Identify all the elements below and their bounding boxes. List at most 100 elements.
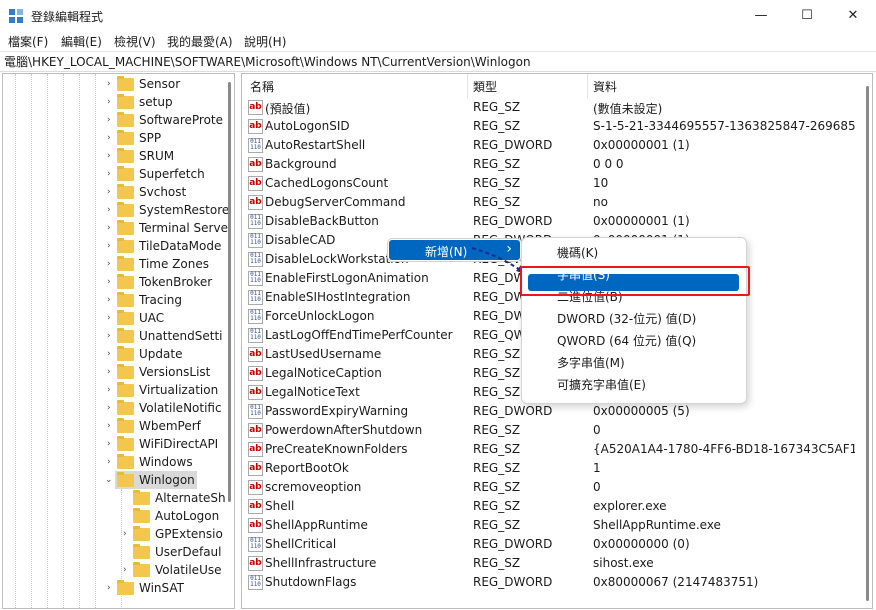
tree-item[interactable]: › WinSAT bbox=[107, 579, 184, 597]
chevron-down-icon[interactable]: ⌄ bbox=[105, 475, 113, 485]
chevron-right-icon[interactable]: › bbox=[107, 457, 111, 467]
chevron-right-icon[interactable]: › bbox=[107, 169, 111, 179]
value-row[interactable]: ab CachedLogonsCount REG_SZ 10 bbox=[242, 174, 862, 193]
tree-child-item[interactable]: AlternateSh bbox=[133, 489, 226, 507]
value-row[interactable]: ab DebugServerCommand REG_SZ no bbox=[242, 193, 862, 212]
chevron-right-icon[interactable]: › bbox=[107, 277, 111, 287]
maximize-button[interactable]: ☐ bbox=[784, 0, 830, 31]
tree-item[interactable]: › VersionsList bbox=[107, 363, 210, 381]
value-row[interactable]: ab PreCreateKnownFolders REG_SZ {A520A1A4-1… bbox=[242, 440, 862, 459]
tree-child-item[interactable]: AutoLogon bbox=[133, 507, 219, 525]
value-type: REG_DWORD bbox=[473, 537, 553, 551]
tree-item[interactable]: › SoftwareProte bbox=[107, 111, 223, 129]
value-row[interactable]: 011 110 PasswordExpiryWarning REG_DWORD 0x00… bbox=[242, 402, 862, 421]
chevron-right-icon[interactable]: › bbox=[107, 313, 111, 323]
key-tree-pane[interactable]: › Sensor › setup › SoftwareProte › SPP › SRUM › Sup… bbox=[2, 73, 235, 609]
tree-scroll-thumb[interactable] bbox=[228, 82, 231, 502]
tree-item[interactable]: › UAC bbox=[107, 309, 164, 327]
list-scrollbar[interactable] bbox=[863, 74, 872, 608]
value-row[interactable]: ab ShellAppRuntime REG_SZ ShellAppRuntime.e… bbox=[242, 516, 862, 535]
header-type[interactable]: 類型 bbox=[473, 78, 497, 95]
column-divider[interactable] bbox=[587, 74, 588, 98]
context-item[interactable]: 多字串值(M) bbox=[527, 353, 737, 373]
tree-item[interactable]: › Svchost bbox=[107, 183, 186, 201]
tree-item[interactable]: › SystemRestore bbox=[107, 201, 229, 219]
chevron-right-icon[interactable]: › bbox=[107, 241, 111, 251]
tree-item[interactable]: › SPP bbox=[107, 129, 161, 147]
list-scroll-thumb[interactable] bbox=[866, 86, 869, 601]
tree-item[interactable]: › Terminal Serve bbox=[107, 219, 228, 237]
chevron-right-icon[interactable]: › bbox=[107, 187, 111, 197]
tree-item[interactable]: › Superfetch bbox=[107, 165, 205, 183]
value-row[interactable]: 011 110 DisableBackButton REG_DWORD 0x000000… bbox=[242, 212, 862, 231]
chevron-right-icon[interactable]: › bbox=[107, 205, 111, 215]
value-row[interactable]: 011 110 ShellCritical REG_DWORD 0x00000000 (… bbox=[242, 535, 862, 554]
chevron-right-icon[interactable]: › bbox=[123, 565, 127, 575]
tree-item[interactable]: › UnattendSetti bbox=[107, 327, 223, 345]
chevron-right-icon[interactable]: › bbox=[123, 529, 127, 539]
minimize-button[interactable]: — bbox=[738, 0, 784, 31]
tree-item[interactable]: › SRUM bbox=[107, 147, 174, 165]
tree-item[interactable]: › WiFiDirectAPI bbox=[107, 435, 218, 453]
tree-scrollbar[interactable] bbox=[227, 74, 234, 608]
tree-child-item[interactable]: › VolatileUse bbox=[123, 561, 221, 579]
chevron-right-icon[interactable]: › bbox=[107, 583, 111, 593]
chevron-right-icon[interactable]: › bbox=[107, 367, 111, 377]
tree-item[interactable]: › Virtualization bbox=[107, 381, 218, 399]
value-row[interactable]: ab Shell REG_SZ explorer.exe bbox=[242, 497, 862, 516]
chevron-right-icon[interactable]: › bbox=[107, 133, 111, 143]
context-item[interactable]: 機碼(K) bbox=[527, 243, 737, 263]
value-row[interactable]: ab PowerdownAfterShutdown REG_SZ 0 bbox=[242, 421, 862, 440]
value-row[interactable]: ab (預設值) REG_SZ (數值未設定) bbox=[242, 98, 862, 117]
value-row[interactable]: 011 110 AutoRestartShell REG_DWORD 0x0000000… bbox=[242, 136, 862, 155]
chevron-right-icon[interactable]: › bbox=[107, 295, 111, 305]
value-row[interactable]: ab ShellInfrastructure REG_SZ sihost.exe bbox=[242, 554, 862, 573]
close-button[interactable]: ✕ bbox=[830, 0, 876, 31]
value-row[interactable]: ab scremoveoption REG_SZ 0 bbox=[242, 478, 862, 497]
tree-item[interactable]: › setup bbox=[107, 93, 173, 111]
menu-favorites[interactable]: 我的最愛(A) bbox=[167, 33, 233, 50]
chevron-right-icon[interactable]: › bbox=[107, 421, 111, 431]
address-bar[interactable]: 電腦\HKEY_LOCAL_MACHINE\SOFTWARE\Microsoft… bbox=[0, 51, 876, 72]
tree-item[interactable]: › TileDataMode bbox=[107, 237, 221, 255]
chevron-right-icon[interactable]: › bbox=[107, 385, 111, 395]
value-row[interactable]: ab ReportBootOk REG_SZ 1 bbox=[242, 459, 862, 478]
highlight-annotation-box bbox=[520, 266, 750, 296]
tree-item[interactable]: › Time Zones bbox=[107, 255, 209, 273]
context-menu-new-label: 新增(N) bbox=[425, 245, 468, 259]
value-row[interactable]: ab Background REG_SZ 0 0 0 bbox=[242, 155, 862, 174]
tree-item[interactable]: › Sensor bbox=[107, 75, 180, 93]
tree-item[interactable]: › Tracing bbox=[107, 291, 182, 309]
tree-item[interactable]: › WbemPerf bbox=[107, 417, 201, 435]
tree-child-item[interactable]: › GPExtensio bbox=[123, 525, 223, 543]
folder-icon bbox=[117, 309, 134, 325]
context-item[interactable]: DWORD (32-位元) 值(D) bbox=[527, 309, 737, 329]
tree-child-item[interactable]: UserDefaul bbox=[133, 543, 222, 561]
tree-item[interactable]: ⌄ Winlogon bbox=[105, 471, 197, 489]
value-row[interactable]: ab AutoLogonSID REG_SZ S-1-5-21-3344695557-… bbox=[242, 117, 862, 136]
chevron-right-icon[interactable]: › bbox=[107, 151, 111, 161]
header-name[interactable]: 名稱 bbox=[250, 78, 274, 95]
context-item[interactable]: QWORD (64 位元) 值(Q) bbox=[527, 331, 737, 351]
menu-edit[interactable]: 編輯(E) bbox=[61, 33, 102, 50]
menu-file[interactable]: 檔案(F) bbox=[8, 33, 48, 50]
chevron-right-icon[interactable]: › bbox=[107, 223, 111, 233]
chevron-right-icon[interactable]: › bbox=[107, 79, 111, 89]
tree-item[interactable]: › TokenBroker bbox=[107, 273, 212, 291]
chevron-right-icon[interactable]: › bbox=[107, 439, 111, 449]
chevron-right-icon[interactable]: › bbox=[107, 259, 111, 269]
chevron-right-icon[interactable]: › bbox=[107, 331, 111, 341]
menu-help[interactable]: 說明(H) bbox=[244, 33, 286, 50]
chevron-right-icon[interactable]: › bbox=[107, 97, 111, 107]
chevron-right-icon[interactable]: › bbox=[107, 115, 111, 125]
value-row[interactable]: 011 110 ShutdownFlags REG_DWORD 0x80000067 (… bbox=[242, 573, 862, 592]
header-data[interactable]: 資料 bbox=[593, 78, 617, 95]
tree-item[interactable]: › VolatileNotific bbox=[107, 399, 222, 417]
tree-item[interactable]: › Windows bbox=[107, 453, 193, 471]
chevron-right-icon[interactable]: › bbox=[107, 349, 111, 359]
chevron-right-icon[interactable]: › bbox=[107, 403, 111, 413]
context-item[interactable]: 可擴充字串值(E) bbox=[527, 375, 737, 395]
tree-item[interactable]: › Update bbox=[107, 345, 182, 363]
column-divider[interactable] bbox=[467, 74, 468, 98]
menu-view[interactable]: 檢視(V) bbox=[114, 33, 156, 50]
